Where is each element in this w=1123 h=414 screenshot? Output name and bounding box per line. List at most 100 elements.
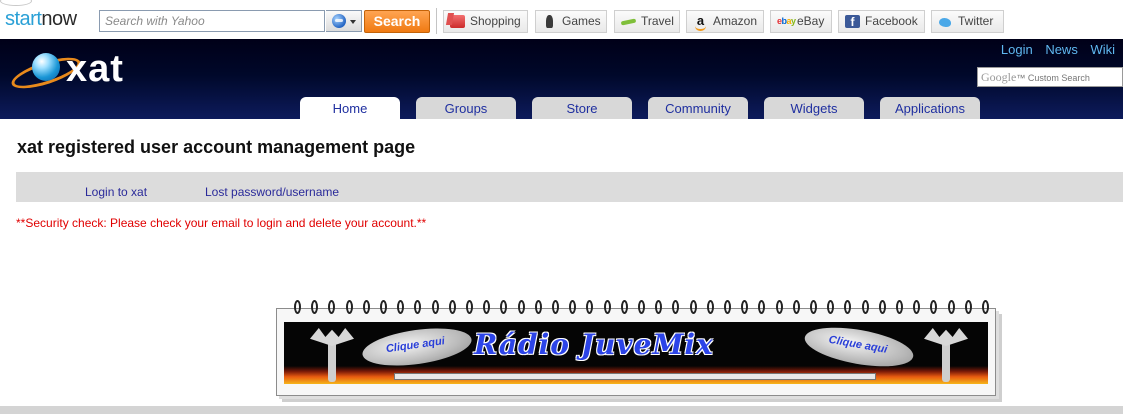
radio-juvemix-banner[interactable]: Clique aqui Clique aqui Rádio JuveMix bbox=[276, 300, 1004, 400]
spiral-ring bbox=[775, 300, 783, 314]
tab-community[interactable]: Community bbox=[648, 97, 748, 119]
spiral-ring bbox=[827, 300, 835, 314]
spiral-ring bbox=[741, 300, 749, 314]
shopping-button[interactable]: Shopping bbox=[443, 10, 528, 33]
google-logo: Google bbox=[981, 70, 1017, 84]
brand-part-now: now bbox=[41, 8, 77, 30]
spiral-ring bbox=[792, 300, 800, 314]
player-bar bbox=[394, 373, 876, 380]
startnow-logo[interactable]: startnow bbox=[5, 8, 77, 31]
spiral-ring bbox=[397, 300, 405, 314]
spiral-ring bbox=[517, 300, 525, 314]
search-engine-dropdown[interactable] bbox=[326, 10, 362, 32]
spiral-ring bbox=[483, 300, 491, 314]
twitter-button[interactable]: Twitter bbox=[931, 10, 1004, 33]
login-link[interactable]: Login bbox=[1001, 42, 1033, 57]
spiral-ring bbox=[448, 300, 456, 314]
spiral-ring bbox=[706, 300, 714, 314]
twitter-icon bbox=[938, 15, 953, 28]
search-input[interactable] bbox=[100, 11, 325, 31]
spiral-ring bbox=[689, 300, 697, 314]
toolbar-tab-edge bbox=[0, 0, 32, 6]
palm-tree-icon bbox=[310, 324, 354, 382]
tab-applications[interactable]: Applications bbox=[880, 97, 980, 119]
spiral-ring bbox=[878, 300, 886, 314]
login-to-xat-link[interactable]: Login to xat bbox=[85, 185, 147, 199]
spiral-ring bbox=[672, 300, 680, 314]
tab-store[interactable]: Store bbox=[532, 97, 632, 119]
amazon-label: Amazon bbox=[713, 14, 758, 28]
ebay-button[interactable]: ebay eBay bbox=[770, 10, 832, 33]
spiral-ring bbox=[724, 300, 731, 314]
left-bubble: Clique aqui bbox=[360, 322, 474, 372]
spiral-ring bbox=[810, 300, 817, 314]
twitter-label: Twitter bbox=[958, 14, 994, 28]
spiral-ring bbox=[414, 300, 422, 314]
spiral-ring bbox=[913, 300, 921, 314]
lost-password-link[interactable]: Lost password/username bbox=[205, 185, 339, 199]
footer-strip bbox=[0, 406, 1123, 414]
security-warning: **Security check: Please check your emai… bbox=[16, 216, 427, 230]
spiral-ring bbox=[552, 300, 559, 314]
spiral-ring bbox=[328, 300, 336, 314]
facebook-icon: f bbox=[845, 15, 860, 29]
search-box bbox=[99, 10, 325, 32]
left-bubble-text: Clique aqui bbox=[385, 335, 446, 356]
xat-logo[interactable]: xat bbox=[8, 48, 160, 96]
logo-text: xat bbox=[66, 48, 124, 90]
spiral-ring bbox=[896, 300, 903, 314]
spiral-ring bbox=[362, 300, 370, 314]
travel-label: Travel bbox=[641, 14, 674, 28]
games-button[interactable]: Games bbox=[535, 10, 607, 33]
amazon-button[interactable]: a Amazon bbox=[686, 10, 764, 33]
games-icon bbox=[542, 15, 557, 28]
tab-widgets[interactable]: Widgets bbox=[764, 97, 864, 119]
shopping-icon bbox=[450, 15, 465, 28]
spiral-ring bbox=[982, 300, 989, 314]
spiral-ring bbox=[294, 300, 301, 314]
tab-groups[interactable]: Groups bbox=[416, 97, 516, 119]
main-nav-tabs: Home Groups Store Community Widgets Appl… bbox=[0, 97, 1123, 119]
globe-icon bbox=[332, 14, 346, 28]
spiral-ring bbox=[638, 300, 645, 314]
spiral-ring bbox=[500, 300, 508, 314]
wiki-link[interactable]: Wiki bbox=[1090, 42, 1115, 57]
spiral-ring bbox=[569, 300, 577, 314]
right-bubble-text: Clique aqui bbox=[827, 333, 889, 356]
chevron-down-icon bbox=[350, 20, 356, 24]
spiral-ring bbox=[586, 300, 594, 314]
banner-artwork: Clique aqui Clique aqui Rádio JuveMix bbox=[284, 322, 988, 384]
header-links: Login News Wiki bbox=[992, 42, 1115, 57]
account-subnav: Login to xat Lost password/username bbox=[16, 172, 1123, 202]
brand-part-start: start bbox=[5, 8, 42, 30]
spiral-ring bbox=[620, 300, 628, 314]
ebay-icon: ebay bbox=[777, 16, 796, 26]
spiral-ring bbox=[844, 300, 852, 314]
spiral-binding bbox=[276, 300, 996, 316]
spiral-ring bbox=[947, 300, 955, 314]
spiral-ring bbox=[466, 300, 473, 314]
banner-title: Rádio JuveMix bbox=[474, 328, 714, 361]
toolbar-divider bbox=[436, 8, 437, 34]
spiral-ring bbox=[311, 300, 319, 314]
amazon-icon: a bbox=[693, 14, 708, 31]
spiral-ring bbox=[861, 300, 869, 314]
news-link[interactable]: News bbox=[1045, 42, 1078, 57]
spiral-ring bbox=[655, 300, 663, 314]
logo-planet-icon bbox=[32, 53, 60, 81]
google-custom-search-input[interactable]: Google™ Custom Search bbox=[977, 67, 1123, 87]
spiral-ring bbox=[431, 300, 439, 314]
games-label: Games bbox=[562, 14, 601, 28]
travel-icon bbox=[621, 15, 636, 28]
page-title: xat registered user account management p… bbox=[17, 137, 416, 157]
tab-home[interactable]: Home bbox=[300, 97, 400, 119]
ebay-label: eBay bbox=[797, 14, 825, 28]
spiral-ring bbox=[964, 300, 972, 314]
spiral-ring bbox=[758, 300, 766, 314]
search-button[interactable]: Search bbox=[364, 10, 430, 33]
spiral-ring bbox=[603, 300, 611, 314]
custom-search-label: ™ Custom Search bbox=[1016, 73, 1090, 83]
travel-button[interactable]: Travel bbox=[614, 10, 680, 33]
site-header: xat Login News Wiki Google™ Custom Searc… bbox=[0, 39, 1123, 119]
facebook-button[interactable]: f Facebook bbox=[838, 10, 925, 33]
